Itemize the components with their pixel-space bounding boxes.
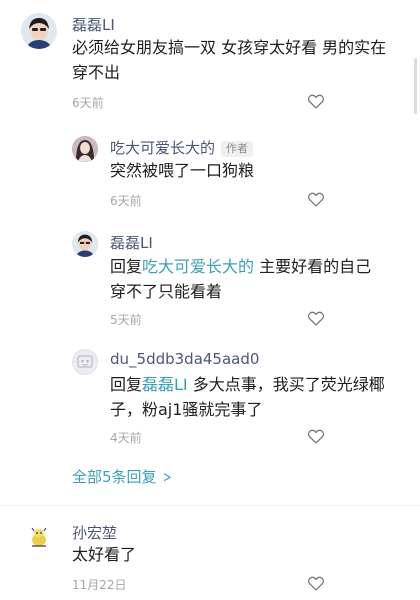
avatar-image xyxy=(72,231,98,257)
avatar[interactable] xyxy=(72,349,98,375)
comment-username[interactable]: 孙宏堃 xyxy=(72,522,117,543)
reply-prefix: 回复 xyxy=(110,257,143,276)
scrollbar[interactable] xyxy=(414,58,417,114)
mention-link[interactable]: 吃大可爱长大的 xyxy=(142,257,254,276)
reply-username[interactable]: 吃大可爱长大的 作者 xyxy=(110,137,254,158)
reply-text: 回复吃大可爱长大的 主要好看的自己穿不了只能看着 xyxy=(110,254,385,304)
expand-replies-link[interactable]: 全部5条回复 > xyxy=(72,466,173,487)
reply-username[interactable]: 磊磊LI xyxy=(110,232,153,253)
reply-timestamp: 5天前 xyxy=(110,313,142,327)
reply-timestamp: 4天前 xyxy=(110,431,142,445)
avatar[interactable] xyxy=(72,231,98,257)
comment-text: 太好看了 xyxy=(72,545,137,564)
like-button[interactable] xyxy=(307,428,325,444)
mention-link[interactable]: 磊磊LI xyxy=(142,375,188,394)
avatar-image xyxy=(73,350,97,374)
avatar[interactable] xyxy=(21,13,57,49)
avatar[interactable] xyxy=(72,136,98,162)
comment-text: 必须给女朋友搞一双 女孩穿太好看 男的实在穿不出 xyxy=(72,38,387,82)
reply-text: 回复磊磊LI 多大点事，我买了荧光绿椰子，粉aj1骚就完事了 xyxy=(110,372,390,422)
reply-username-text: 吃大可爱长大的 xyxy=(110,139,216,157)
author-badge: 作者 xyxy=(221,141,254,157)
reply-text: 突然被喂了一口狗粮 xyxy=(110,161,255,180)
comment-timestamp: 11月22日 xyxy=(72,578,127,592)
avatar-image xyxy=(21,13,57,49)
divider xyxy=(0,505,420,506)
avatar-image xyxy=(72,136,98,162)
chevron-right-icon: > xyxy=(162,468,172,486)
reply-prefix: 回复 xyxy=(110,375,143,394)
avatar-image xyxy=(31,527,47,547)
heart-outline-icon xyxy=(307,576,325,591)
avatar[interactable] xyxy=(28,527,50,549)
comment-timestamp: 6天前 xyxy=(72,96,104,110)
like-button[interactable] xyxy=(307,191,325,207)
reply-timestamp: 6天前 xyxy=(110,194,142,208)
heart-outline-icon xyxy=(307,94,325,109)
heart-outline-icon xyxy=(307,429,325,444)
expand-replies-label: 全部5条回复 xyxy=(72,468,157,486)
heart-outline-icon xyxy=(307,311,325,326)
like-button[interactable] xyxy=(307,575,325,591)
like-button[interactable] xyxy=(307,93,325,109)
like-button[interactable] xyxy=(307,310,325,326)
heart-outline-icon xyxy=(307,192,325,207)
reply-username[interactable]: du_5ddb3da45aad0 xyxy=(110,350,259,368)
comment-username[interactable]: 磊磊LI xyxy=(72,14,115,35)
